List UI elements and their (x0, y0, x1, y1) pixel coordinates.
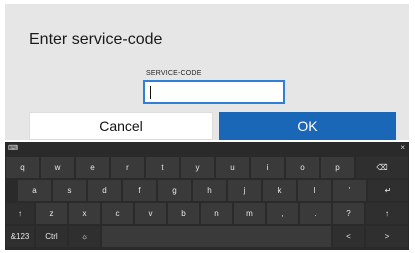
key-p[interactable]: p (321, 157, 354, 178)
cancel-button[interactable]: Cancel (29, 112, 213, 140)
brightness-icon[interactable]: ☼ (69, 226, 100, 247)
key-t[interactable]: t (146, 157, 179, 178)
key-a[interactable]: a (18, 180, 51, 201)
key-question[interactable]: ? (333, 203, 364, 224)
backspace-key[interactable]: ⌫ (356, 157, 408, 178)
text-caret (150, 86, 151, 99)
key-x[interactable]: x (69, 203, 100, 224)
keyboard-toolbar: ⌨ × (5, 142, 409, 155)
key-comma[interactable]: , (267, 203, 298, 224)
key-o[interactable]: o (286, 157, 319, 178)
on-screen-keyboard: ⌨ × q w e r t y u i o p ⌫ a s d f g h j … (5, 142, 409, 250)
keyboard-row-2: a s d f g h j k l ' ↵ (6, 180, 408, 202)
key-m[interactable]: m (234, 203, 265, 224)
key-period[interactable]: . (300, 203, 331, 224)
symbols-key[interactable]: &123 (6, 226, 34, 247)
key-y[interactable]: y (181, 157, 214, 178)
arrow-left-key[interactable]: < (333, 226, 364, 247)
key-z[interactable]: z (36, 203, 67, 224)
key-u[interactable]: u (216, 157, 249, 178)
key-h[interactable]: h (193, 180, 226, 201)
space-key[interactable] (102, 226, 331, 247)
key-c[interactable]: c (102, 203, 133, 224)
key-g[interactable]: g (158, 180, 191, 201)
key-s[interactable]: s (53, 180, 86, 201)
shift-right-key[interactable]: ↑ (366, 203, 408, 224)
key-i[interactable]: i (251, 157, 284, 178)
service-code-input[interactable] (143, 80, 285, 104)
keyboard-row-1: q w e r t y u i o p ⌫ (6, 157, 408, 179)
key-l[interactable]: l (298, 180, 331, 201)
key-v[interactable]: v (135, 203, 166, 224)
key-w[interactable]: w (41, 157, 74, 178)
enter-key[interactable]: ↵ (368, 180, 408, 201)
close-keyboard-icon[interactable]: × (400, 143, 405, 152)
arrow-right-key[interactable]: > (366, 226, 408, 247)
key-j[interactable]: j (228, 180, 261, 201)
shift-left-key[interactable]: ↑ (6, 203, 34, 224)
key-q[interactable]: q (6, 157, 39, 178)
service-code-dialog: Enter service-code SERVICE-CODE Cancel O… (5, 4, 409, 140)
key-k[interactable]: k (263, 180, 296, 201)
ok-button[interactable]: OK (219, 112, 396, 140)
dialog-title: Enter service-code (29, 31, 163, 48)
ctrl-key[interactable]: Ctrl (36, 226, 67, 247)
key-n[interactable]: n (201, 203, 232, 224)
key-b[interactable]: b (168, 203, 199, 224)
key-e[interactable]: e (76, 157, 109, 178)
key-apostrophe[interactable]: ' (333, 180, 366, 201)
key-d[interactable]: d (88, 180, 121, 201)
key-f[interactable]: f (123, 180, 156, 201)
keyboard-row-3: ↑ z x c v b n m , . ? ↑ (6, 203, 408, 225)
service-code-label: SERVICE-CODE (146, 70, 202, 77)
keyboard-row-4: &123 Ctrl ☼ < > (6, 226, 408, 248)
keyboard-icon: ⌨ (8, 145, 19, 152)
key-r[interactable]: r (111, 157, 144, 178)
